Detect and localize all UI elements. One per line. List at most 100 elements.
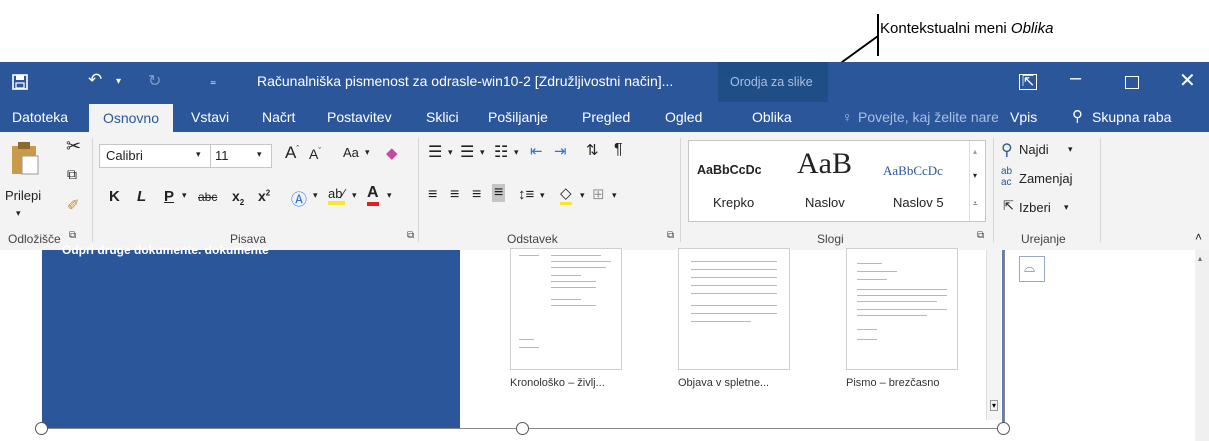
tab-posiljanje[interactable]: Pošiljanje [488, 109, 548, 125]
resize-handle[interactable] [35, 422, 48, 435]
bold-button[interactable]: K [109, 188, 120, 205]
redo-icon[interactable]: ↻ [148, 71, 161, 91]
save-icon[interactable] [12, 74, 28, 90]
chevron-down-icon[interactable]: ▾ [1064, 202, 1069, 213]
scroll-up-icon[interactable]: ▴ [1198, 254, 1202, 263]
undo-icon[interactable]: ↶ [88, 70, 102, 90]
tab-osnovno[interactable]: Osnovno [89, 104, 173, 132]
scroll-down-icon[interactable]: ▾ [990, 400, 999, 411]
chevron-down-icon[interactable]: ▾ [580, 190, 585, 201]
find-button[interactable]: Najdi [1019, 142, 1049, 157]
numbering-icon[interactable]: ☰ [460, 142, 474, 162]
sort-icon[interactable]: ⇅ [586, 141, 599, 159]
share-user-icon[interactable]: ⚲ [1072, 107, 1083, 125]
increase-indent-icon[interactable]: ⇥ [554, 142, 567, 160]
chevron-down-icon[interactable]: ▾ [480, 147, 485, 158]
text-effects-icon[interactable]: Ⓐ [291, 186, 307, 210]
chevron-down-icon[interactable]: ▾ [182, 190, 187, 201]
chevron-down-icon[interactable]: ▾ [257, 149, 262, 160]
highlight-icon[interactable]: ab⁄ [328, 186, 345, 205]
justify-icon[interactable]: ≡ [492, 184, 506, 202]
paragraph-launcher-icon[interactable]: ⧉ [667, 230, 674, 241]
chevron-down-icon[interactable]: ▾ [365, 147, 370, 158]
resize-handle[interactable] [997, 422, 1010, 435]
line-spacing-icon[interactable]: ↕≡ [518, 186, 534, 203]
more-styles-icon[interactable]: ⩡ [973, 199, 978, 209]
undo-dropdown-icon[interactable]: ▾ [116, 76, 121, 87]
customize-toolbar-icon[interactable]: ₌ [210, 74, 216, 88]
italic-button[interactable]: L [137, 188, 146, 205]
clear-formatting-icon[interactable]: ◆ [386, 144, 398, 162]
tab-ogled[interactable]: Ogled [665, 109, 702, 125]
change-case-button[interactable]: Aa [343, 145, 359, 160]
style-naslov[interactable]: AaB Naslov [785, 143, 879, 217]
align-left-icon[interactable]: ≡ [428, 186, 437, 204]
tab-vstavi[interactable]: Vstavi [191, 109, 229, 125]
shrink-font-icon[interactable]: Aˇ [309, 146, 321, 162]
clipboard-launcher-icon[interactable]: ⧉ [69, 230, 76, 241]
subscript-button[interactable]: x2 [232, 188, 244, 207]
ribbon-display-icon[interactable]: ⇱ [1019, 74, 1037, 90]
copy-icon[interactable]: ⧉ [67, 166, 77, 183]
tab-oblika[interactable]: Oblika [752, 109, 792, 125]
decrease-indent-icon[interactable]: ⇤ [530, 142, 543, 160]
sign-in-link[interactable]: Vpis [1010, 109, 1037, 125]
thumbnail-scrollbar[interactable]: ▾ [986, 250, 1001, 420]
font-size-combo[interactable]: 11 ▾ [210, 144, 272, 168]
chevron-down-icon[interactable]: ▾ [352, 190, 357, 201]
styles-launcher-icon[interactable]: ⧉ [977, 230, 984, 241]
show-marks-icon[interactable]: ¶ [614, 141, 623, 159]
format-painter-icon[interactable]: ✐ [67, 196, 80, 214]
paste-dropdown-icon[interactable]: ▾ [16, 208, 21, 219]
select-cursor-icon[interactable]: ⇱ [1003, 198, 1014, 214]
bullets-icon[interactable]: ☰ [428, 142, 442, 162]
paste-button[interactable]: Prilepi [5, 188, 41, 203]
align-center-icon[interactable]: ≡ [450, 186, 459, 204]
selected-image-left-panel[interactable]: Odpri druge dokumente. dokumente [42, 243, 460, 428]
chevron-down-icon[interactable]: ▾ [514, 147, 519, 158]
tab-datoteka[interactable]: Datoteka [12, 109, 68, 125]
cut-icon[interactable]: ✂ [66, 136, 81, 157]
layout-options-button[interactable]: ⌓ [1019, 256, 1045, 282]
style-krepko[interactable]: AaBbCcDc Krepko [691, 143, 785, 217]
select-button[interactable]: Izberi [1019, 200, 1051, 215]
search-icon[interactable]: ⚲ [1001, 140, 1013, 160]
replace-icon[interactable]: ab ac [1001, 166, 1012, 188]
chevron-down-icon[interactable]: ▾ [540, 190, 545, 201]
tab-sklici[interactable]: Sklici [426, 109, 459, 125]
chevron-down-icon[interactable]: ▾ [1068, 144, 1073, 155]
align-right-icon[interactable]: ≡ [472, 186, 481, 204]
vertical-scrollbar[interactable]: ▴ [1195, 250, 1209, 441]
chevron-down-icon[interactable]: ▾ [387, 190, 392, 201]
template-thumbnail[interactable] [678, 248, 790, 370]
minimize-icon[interactable]: – [1070, 67, 1081, 90]
superscript-button[interactable]: x2 [258, 188, 270, 204]
share-button[interactable]: Skupna raba [1092, 109, 1171, 125]
scroll-down-icon[interactable]: ▾ [973, 171, 977, 180]
tell-me-input[interactable]: Povejte, kaj želite narediti [858, 109, 998, 125]
collapse-ribbon-icon[interactable]: ˄ [1195, 230, 1202, 244]
multilevel-list-icon[interactable]: ☷ [494, 142, 508, 162]
chevron-down-icon[interactable]: ▾ [313, 190, 318, 201]
chevron-down-icon[interactable]: ▾ [612, 190, 617, 201]
chevron-down-icon[interactable]: ▾ [196, 149, 201, 160]
resize-handle[interactable] [516, 422, 529, 435]
style-naslov-5[interactable]: AaBbCcDc Naslov 5 [879, 143, 969, 217]
font-launcher-icon[interactable]: ⧉ [407, 230, 414, 241]
template-thumbnail[interactable] [846, 248, 958, 370]
template-thumbnail[interactable] [510, 248, 622, 370]
strikethrough-button[interactable]: abc [198, 190, 217, 204]
chevron-down-icon[interactable]: ▾ [448, 147, 453, 158]
replace-button[interactable]: Zamenjaj [1019, 171, 1072, 186]
grow-font-icon[interactable]: Aˆ [285, 143, 299, 163]
maximize-icon[interactable] [1125, 76, 1139, 89]
tab-nacrt[interactable]: Načrt [262, 109, 295, 125]
tab-postavitev[interactable]: Postavitev [327, 109, 392, 125]
shading-icon[interactable]: ◇ [560, 184, 572, 205]
paste-icon[interactable] [10, 140, 40, 176]
close-icon[interactable]: ✕ [1179, 68, 1196, 93]
tab-pregled[interactable]: Pregled [582, 109, 630, 125]
font-name-combo[interactable]: Calibri ▾ [99, 144, 211, 168]
scroll-up-icon[interactable]: ▴ [973, 147, 977, 156]
underline-button[interactable]: P [164, 188, 174, 205]
